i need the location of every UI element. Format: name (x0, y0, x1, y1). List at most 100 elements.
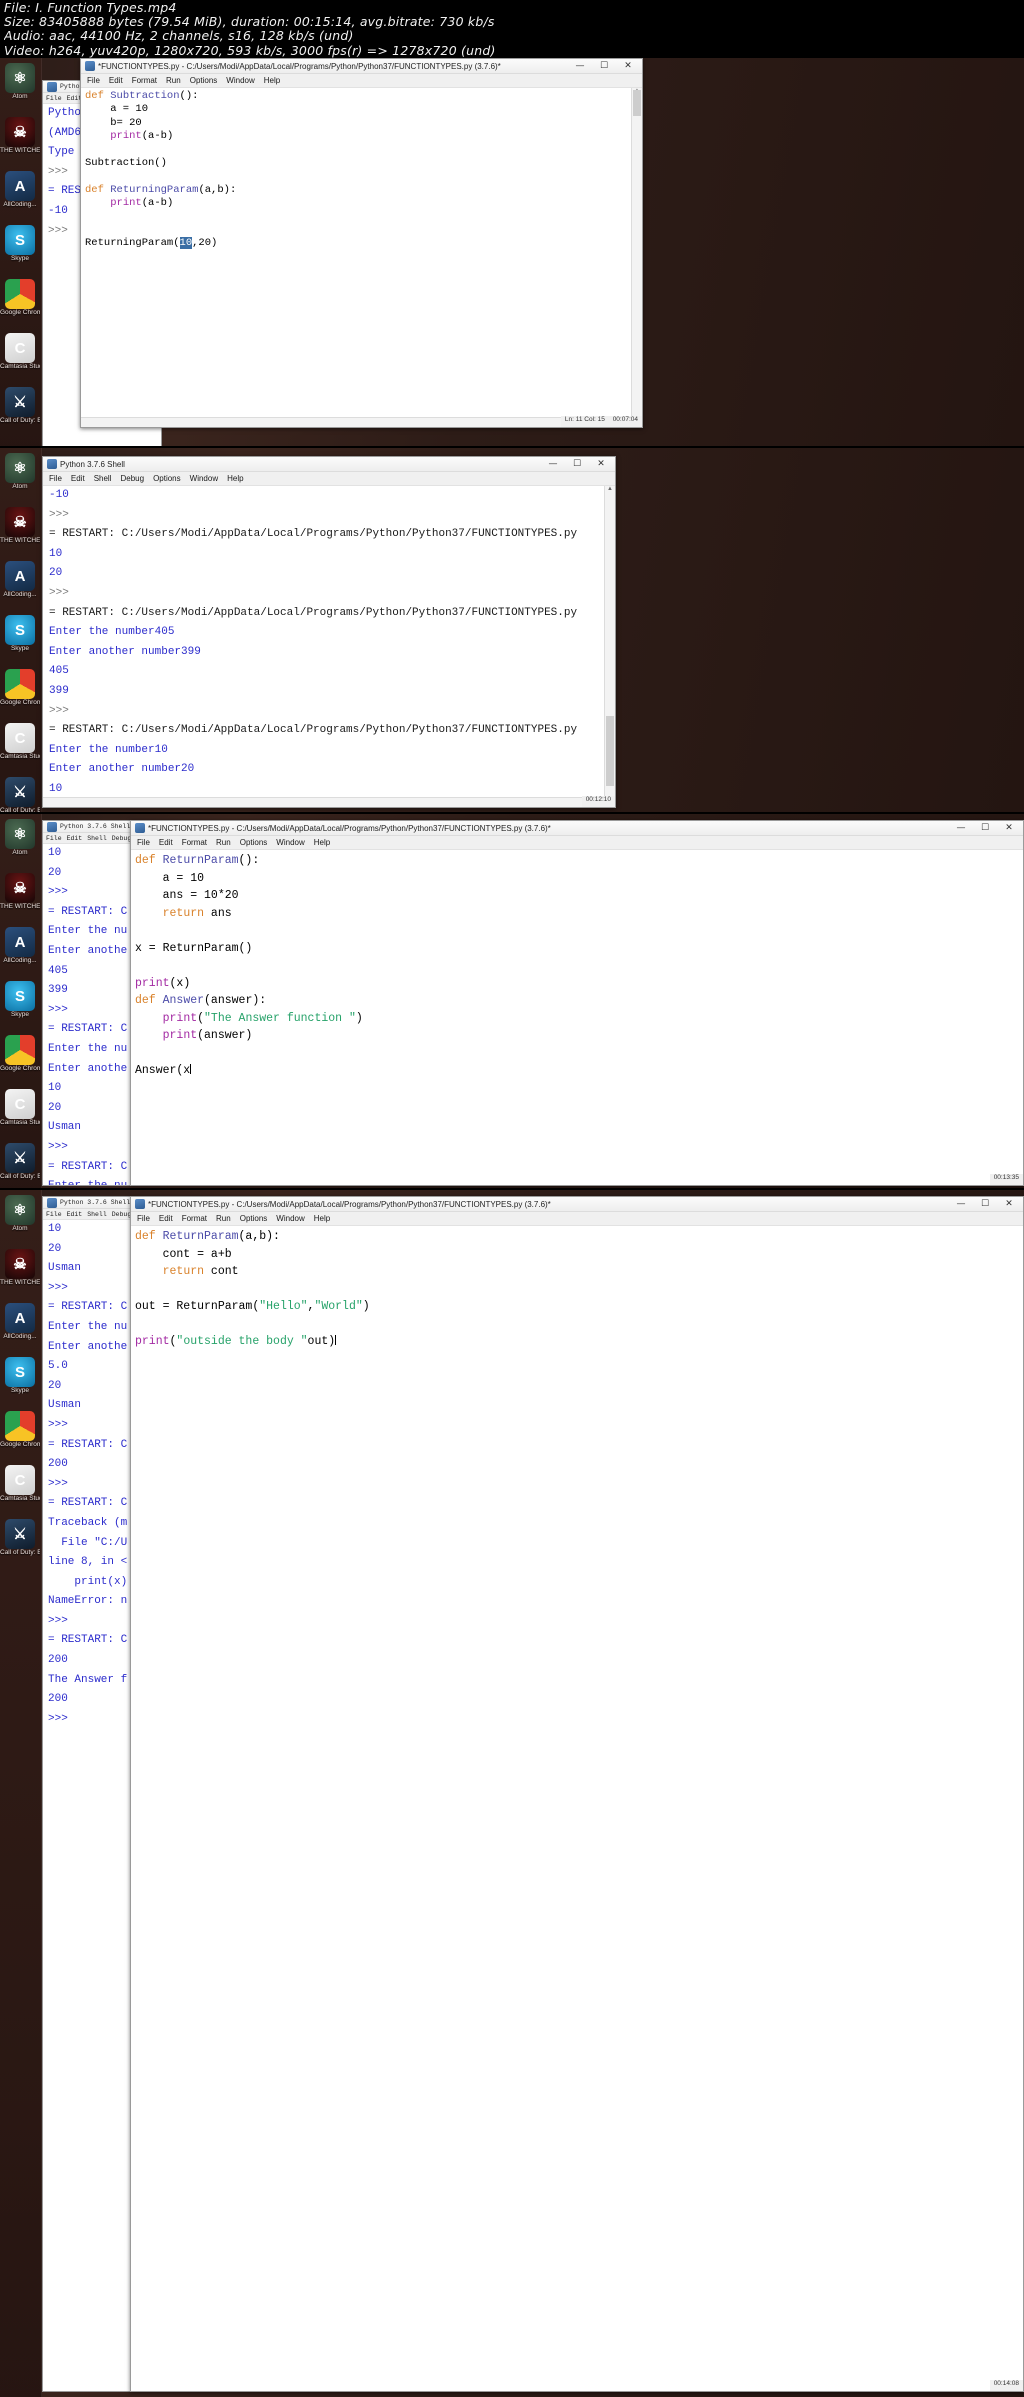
window-controls-4[interactable]: — ☐ ✕ (949, 1197, 1021, 1211)
shell-titlebar-2[interactable]: Python 3.7.6 Shell — ☐ ✕ (43, 457, 615, 472)
background-python-shell-4[interactable]: Python 3.7.6 Shell File Edit Shell Debug… (42, 1196, 134, 2392)
menu-help[interactable]: Help (264, 76, 280, 85)
menu-file[interactable]: File (46, 1211, 62, 1218)
shell-vertical-scrollbar-2[interactable]: ▲ ▼ (604, 486, 615, 807)
launcher-item-the-witcher[interactable]: ☠THE WITCHER (0, 870, 40, 922)
launcher-item-google-chrome[interactable]: Google Chrome (0, 1408, 40, 1460)
launcher-item-camtasia-studio-8[interactable]: CCamtasia Studio 8 (0, 330, 40, 382)
menu-window[interactable]: Window (226, 76, 254, 85)
menu-options[interactable]: Options (153, 474, 181, 483)
editor-titlebar-4[interactable]: *FUNCTIONTYPES.py - C:/Users/Modi/AppDat… (131, 1197, 1023, 1212)
menu-debug[interactable]: Debug (112, 835, 132, 842)
background-python-shell-3[interactable]: Python 3.7.6 Shell File Edit Shell Debug… (42, 820, 134, 1186)
launcher-item-allcoding[interactable]: A AllCoding... (0, 168, 40, 220)
maximize-button[interactable]: ☐ (973, 821, 997, 835)
menu-options[interactable]: Options (190, 76, 218, 85)
maximize-button[interactable]: ☐ (565, 457, 589, 471)
launcher-item-google-chrome[interactable]: Google Chrome (0, 276, 40, 328)
mini-shell-menubar-3[interactable]: File Edit Shell Debug (43, 833, 133, 844)
scroll-up-icon[interactable]: ▲ (605, 486, 615, 496)
shell-horizontal-scrollbar-2[interactable] (43, 797, 604, 807)
editor-menubar-4[interactable]: File Edit Format Run Options Window Help (131, 1212, 1023, 1226)
idle-editor-window-3[interactable]: *FUNCTIONTYPES.py - C:/Users/Modi/AppDat… (130, 820, 1024, 1186)
launcher-item-atom[interactable]: ⚛ Atom (0, 60, 40, 112)
launcher-item-allcoding[interactable]: A AllCoding... (0, 558, 40, 610)
idle-editor-window-1[interactable]: *FUNCTIONTYPES.py - C:/Users/Modi/AppDat… (80, 58, 643, 428)
window-controls-1[interactable]: — ☐ ✕ (568, 59, 640, 73)
launcher-item-allcoding[interactable]: A AllCoding... (0, 924, 40, 976)
menu-file[interactable]: File (46, 95, 62, 102)
launcher-item-call-of-duty-black-ops[interactable]: ⚔Call of Duty: Black Ops (0, 774, 40, 814)
launcher-item-call-of-duty-black-ops[interactable]: ⚔Call of Duty: Black Ops (0, 1140, 40, 1190)
editor-titlebar-3[interactable]: *FUNCTIONTYPES.py - C:/Users/Modi/AppDat… (131, 821, 1023, 836)
close-button[interactable]: ✕ (589, 457, 613, 471)
menu-file[interactable]: File (46, 835, 62, 842)
scrollbar-thumb[interactable] (606, 716, 614, 786)
launcher-item-skype[interactable]: S Skype (0, 222, 40, 274)
launcher-item-skype[interactable]: S Skype (0, 1354, 40, 1406)
menu-debug[interactable]: Debug (112, 1211, 132, 1218)
menu-debug[interactable]: Debug (120, 474, 144, 483)
launcher-item-call-of-duty-black-ops[interactable]: ⚔Call of Duty: Black Ops (0, 1516, 40, 1568)
shell-menubar-2[interactable]: File Edit Shell Debug Options Window Hel… (43, 472, 615, 486)
menu-window[interactable]: Window (276, 838, 304, 847)
menu-file[interactable]: File (87, 76, 100, 85)
menu-shell[interactable]: Shell (87, 835, 107, 842)
menu-file[interactable]: File (137, 1214, 150, 1223)
minimize-button[interactable]: — (949, 821, 973, 835)
editor-menubar-1[interactable]: File Edit Format Run Options Window Help (81, 74, 642, 88)
launcher-item-the-witcher[interactable]: ☠THE WITCHER (0, 1246, 40, 1298)
launcher-item-google-chrome[interactable]: Google Chrome (0, 1032, 40, 1084)
launcher-item-atom[interactable]: ⚛ Atom (0, 816, 40, 868)
close-button[interactable]: ✕ (997, 1197, 1021, 1211)
editor-horizontal-scrollbar-1[interactable] (81, 417, 631, 427)
menu-window[interactable]: Window (276, 1214, 304, 1223)
menu-edit[interactable]: Edit (71, 474, 85, 483)
menu-format[interactable]: Format (182, 838, 207, 847)
python-shell-window-2[interactable]: Python 3.7.6 Shell — ☐ ✕ File Edit Shell… (42, 456, 616, 808)
launcher-item-atom[interactable]: ⚛ Atom (0, 1192, 40, 1244)
code-editor-4[interactable]: def ReturnParam(a,b): cont = a+b return … (131, 1226, 1023, 2391)
launcher-item-the-witcher[interactable]: ☠THE WITCHER (0, 504, 40, 556)
menu-run[interactable]: Run (216, 1214, 231, 1223)
editor-titlebar-1[interactable]: *FUNCTIONTYPES.py - C:/Users/Modi/AppDat… (81, 59, 642, 74)
menu-format[interactable]: Format (132, 76, 157, 85)
menu-window[interactable]: Window (190, 474, 218, 483)
launcher-item-call-of-duty-black-ops[interactable]: ⚔Call of Duty: Black Ops (0, 384, 40, 436)
launcher-item-google-chrome[interactable]: Google Chrome (0, 666, 40, 718)
mini-shell-menubar-4[interactable]: File Edit Shell Debug (43, 1209, 133, 1220)
menu-edit[interactable]: Edit (67, 835, 83, 842)
menu-file[interactable]: File (137, 838, 150, 847)
menu-shell[interactable]: Shell (94, 474, 112, 483)
menu-edit[interactable]: Edit (159, 838, 173, 847)
code-editor-3[interactable]: def ReturnParam(): a = 10 ans = 10*20 re… (131, 850, 1023, 1185)
menu-help[interactable]: Help (314, 1214, 330, 1223)
launcher-item-skype[interactable]: S Skype (0, 612, 40, 664)
minimize-button[interactable]: — (949, 1197, 973, 1211)
minimize-button[interactable]: — (568, 59, 592, 73)
menu-run[interactable]: Run (216, 838, 231, 847)
launcher-item-camtasia-studio-8[interactable]: CCamtasia Studio 8 (0, 1462, 40, 1514)
menu-edit[interactable]: Edit (67, 1211, 83, 1218)
menu-shell[interactable]: Shell (87, 1211, 107, 1218)
maximize-button[interactable]: ☐ (973, 1197, 997, 1211)
launcher-item-allcoding[interactable]: A AllCoding... (0, 1300, 40, 1352)
launcher-item-atom[interactable]: ⚛ Atom (0, 450, 40, 502)
editor-vertical-scrollbar-1[interactable]: ▲ ▼ (631, 88, 642, 427)
menu-edit[interactable]: Edit (159, 1214, 173, 1223)
menu-file[interactable]: File (49, 474, 62, 483)
maximize-button[interactable]: ☐ (592, 59, 616, 73)
menu-options[interactable]: Options (240, 1214, 268, 1223)
launcher-item-the-witcher[interactable]: ☠THE WITCHER (0, 114, 40, 166)
editor-menubar-3[interactable]: File Edit Format Run Options Window Help (131, 836, 1023, 850)
menu-help[interactable]: Help (314, 838, 330, 847)
window-controls-3[interactable]: — ☐ ✕ (949, 821, 1021, 835)
menu-help[interactable]: Help (227, 474, 243, 483)
close-button[interactable]: ✕ (997, 821, 1021, 835)
close-button[interactable]: ✕ (616, 59, 640, 73)
window-controls-2[interactable]: — ☐ ✕ (541, 457, 613, 471)
menu-format[interactable]: Format (182, 1214, 207, 1223)
shell-output-2[interactable]: -10 >>> = RESTART: C:/Users/Modi/AppData/L… (43, 486, 615, 807)
code-editor-1[interactable]: def Subtraction(): a = 10 b= 20 print(a-… (81, 88, 642, 427)
launcher-item-camtasia-studio-8[interactable]: CCamtasia Studio 8 (0, 1086, 40, 1138)
